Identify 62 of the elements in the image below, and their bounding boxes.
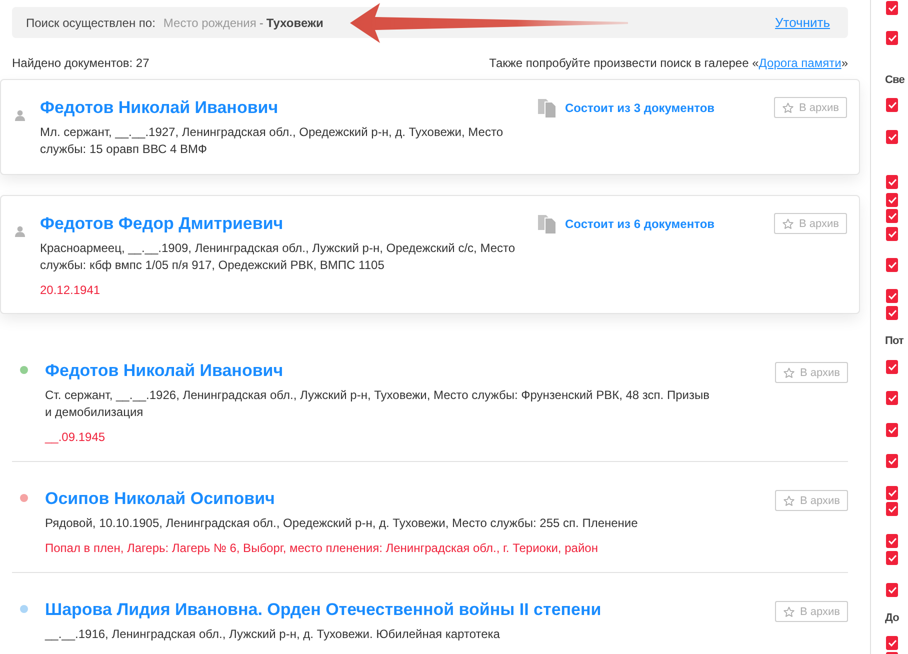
checkbox[interactable] (886, 209, 898, 223)
archive-button[interactable]: В архив (775, 362, 848, 383)
search-label: Поиск осуществлен по: (26, 16, 156, 30)
person-name-link[interactable]: Федотов Николай Иванович (40, 97, 538, 119)
person-name-link[interactable]: Федотов Николай Иванович (45, 360, 775, 382)
separator: - (259, 16, 264, 30)
checkbox[interactable] (886, 636, 898, 650)
record-note: __.09.1945 (45, 430, 106, 444)
checkbox[interactable] (886, 1, 898, 15)
checkbox[interactable] (886, 31, 898, 45)
checkbox[interactable] (886, 391, 898, 405)
record-description: Рядовой, 10.10.1905, Ленинградская обл., Оредежский р-н, д. Туховежи, Место службы: 255 сп. Пленение (45, 515, 639, 532)
documents-found-count: Найдено документов: 27 (12, 56, 150, 70)
record-description: __.__.1916, Ленинградская обл., Лужский р-н, д. Туховежи. Юбилейная картотека (45, 626, 501, 643)
checkbox[interactable] (886, 130, 898, 144)
checkbox[interactable] (886, 551, 898, 565)
checkbox[interactable] (886, 486, 898, 500)
quote-mark: » (841, 56, 848, 70)
person-name-link[interactable]: Федотов Федор Дмитриевич (40, 213, 538, 235)
star-icon (782, 218, 794, 230)
checkbox[interactable] (886, 454, 898, 468)
checkbox[interactable] (886, 306, 898, 320)
person-name-link[interactable]: Осипов Николай Осипович (45, 488, 775, 510)
checkbox[interactable] (886, 227, 898, 241)
checkbox[interactable] (886, 502, 898, 516)
star-icon (783, 366, 795, 378)
record-description: Красноармеец, __.__.1909, Ленинградская обл., Лужский р-н, Оредежский с/с, Место службы: кбф вмпс 1/05 п/я 917, Оредежский РВК, ВМПС 1105 (40, 240, 516, 274)
record-description: Мл. сержант, __.__.1927, Ленинградская обл., Оредежский р-н, д. Туховежи, Место службы: 15 оравп ВВС 4 ВМФ (40, 124, 504, 158)
star-icon (783, 606, 795, 618)
documents-link[interactable]: Состоит из 6 документов (565, 216, 715, 230)
checkbox[interactable] (886, 534, 898, 548)
person-icon (15, 110, 25, 121)
checkbox[interactable] (886, 583, 898, 597)
checkbox[interactable] (886, 193, 898, 207)
filter-heading: До (885, 611, 900, 626)
gallery-hint: Также попробуйте произвести поиск в галерее « (489, 56, 759, 70)
filter-heading: Пот (885, 334, 905, 349)
archive-button[interactable]: В архив (775, 601, 848, 622)
archive-button[interactable]: В архив (775, 490, 848, 511)
filter-heading: Све (885, 73, 906, 88)
refine-link[interactable]: Уточнить (775, 15, 830, 30)
checkbox[interactable] (886, 423, 898, 437)
star-icon (782, 102, 794, 114)
gallery-link[interactable]: Дорога памяти (758, 56, 842, 70)
record-description: Ст. сержант, __.__.1926, Ленинградская обл., Лужский р-н, Туховежи, Место службы: Фрунзенский РВК, 48 зсп. Призыв и демобилизация (45, 387, 710, 421)
checkbox[interactable] (886, 98, 898, 112)
star-icon (783, 494, 795, 506)
person-name-link[interactable]: Шарова Лидия Ивановна. Орден Отечественной войны II степени (45, 599, 775, 621)
search-field-name: Место рождения (163, 16, 256, 30)
documents-icon (538, 213, 556, 234)
checkbox[interactable] (886, 360, 898, 374)
archive-button[interactable]: В архив (774, 213, 847, 234)
checkbox[interactable] (886, 289, 898, 303)
record-note: Попал в плен, Лагерь: Лагерь № 6, Выборг, место пленения: Ленинградская обл., г. Териоки, район (45, 541, 599, 555)
checkbox[interactable] (886, 175, 898, 189)
person-icon (15, 226, 25, 237)
documents-icon (538, 97, 556, 118)
search-value: Туховежи (266, 16, 324, 30)
checkbox[interactable] (886, 258, 898, 272)
documents-link[interactable]: Состоит из 3 документов (565, 100, 715, 114)
record-note: 20.12.1941 (40, 283, 102, 297)
archive-button[interactable]: В архив (774, 97, 847, 118)
